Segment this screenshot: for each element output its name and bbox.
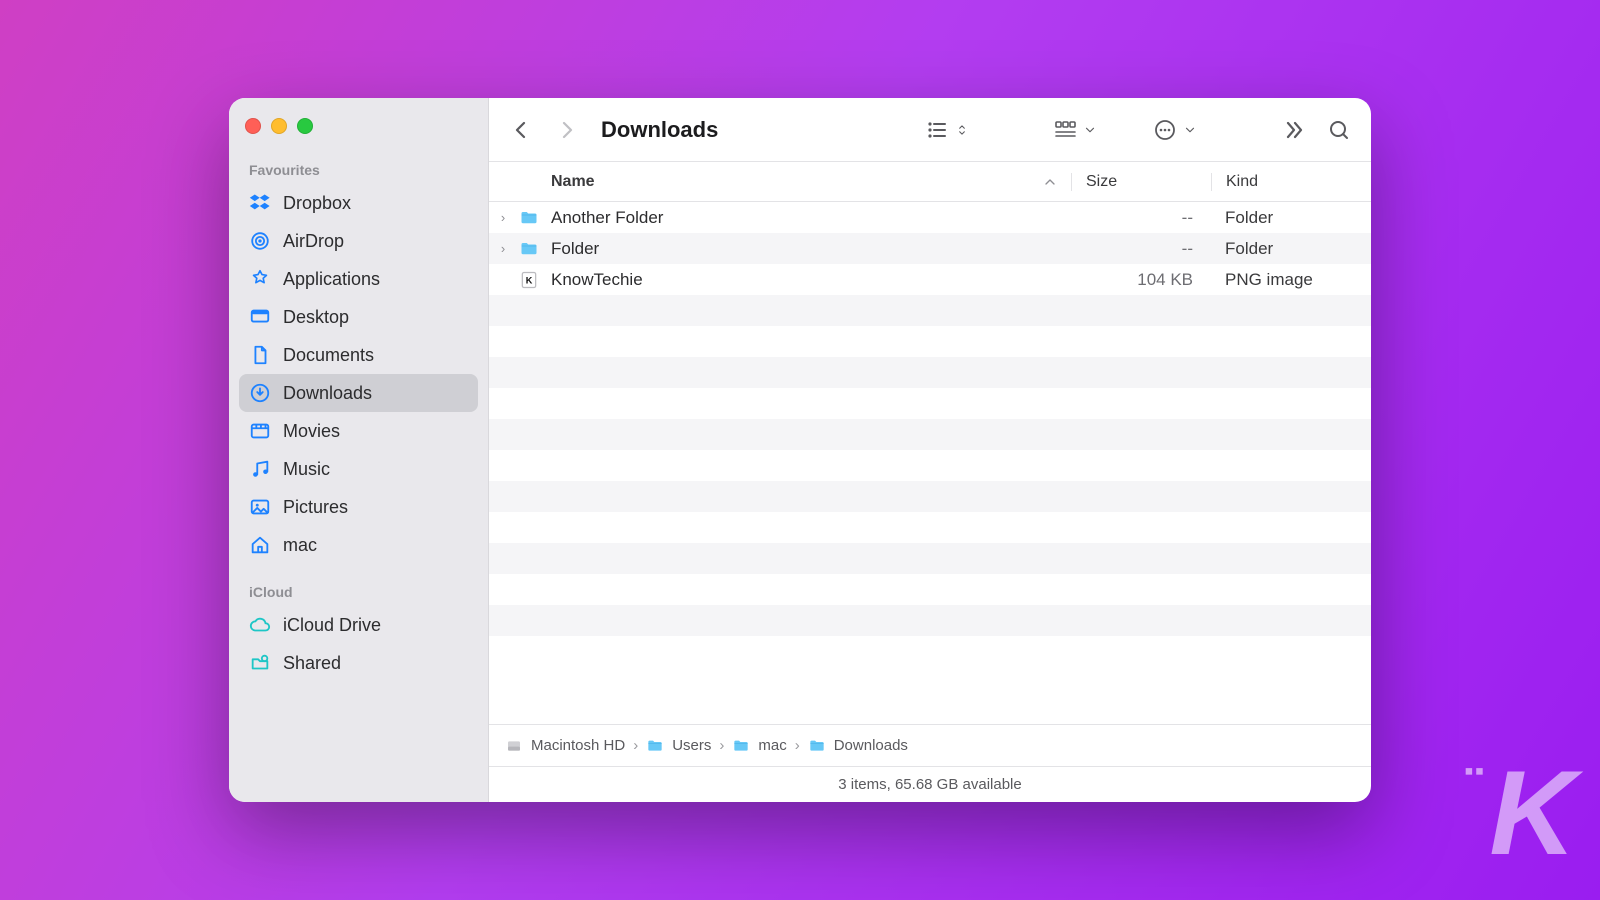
- path-bar: Macintosh HD › Users › mac › Downloads: [489, 724, 1371, 766]
- group-by-button[interactable]: [1049, 114, 1101, 146]
- sidebar-item-dropbox[interactable]: Dropbox: [239, 184, 478, 222]
- movies-icon: [249, 420, 271, 442]
- file-size: 104 KB: [1071, 270, 1211, 290]
- sidebar-item-movies[interactable]: Movies: [239, 412, 478, 450]
- empty-rows: [489, 295, 1371, 636]
- column-header-size[interactable]: Size: [1071, 173, 1211, 191]
- toolbar: Downloads: [489, 98, 1371, 162]
- file-kind: PNG image: [1211, 270, 1371, 290]
- disclosure-icon[interactable]: ›: [489, 241, 517, 256]
- sidebar-item-label: Dropbox: [283, 193, 351, 214]
- file-size: --: [1071, 239, 1211, 259]
- documents-icon: [249, 344, 271, 366]
- image-file-icon: [517, 270, 541, 290]
- main-pane: Downloads Name Size Kind: [489, 98, 1371, 802]
- sidebar-item-home[interactable]: mac: [239, 526, 478, 564]
- sidebar-item-label: Pictures: [283, 497, 348, 518]
- path-segment[interactable]: Users: [646, 737, 711, 754]
- forward-button[interactable]: [551, 114, 583, 146]
- folder-icon: [646, 738, 664, 754]
- sidebar-section-icloud: iCloud: [239, 578, 478, 606]
- sidebar-item-label: Desktop: [283, 307, 349, 328]
- file-name: Another Folder: [551, 208, 1071, 228]
- sidebar-item-label: Documents: [283, 345, 374, 366]
- file-row[interactable]: › Folder -- Folder: [489, 233, 1371, 264]
- file-size: --: [1071, 208, 1211, 228]
- sidebar-item-label: iCloud Drive: [283, 615, 381, 636]
- folder-icon: [808, 738, 826, 754]
- overflow-button[interactable]: [1277, 114, 1309, 146]
- zoom-window-button[interactable]: [297, 118, 313, 134]
- path-segment[interactable]: Macintosh HD: [505, 737, 625, 754]
- status-text: 3 items, 65.68 GB available: [838, 776, 1021, 793]
- disk-icon: [505, 738, 523, 754]
- sidebar-item-music[interactable]: Music: [239, 450, 478, 488]
- path-segment[interactable]: mac: [732, 737, 786, 754]
- back-button[interactable]: [505, 114, 537, 146]
- shared-icon: [249, 652, 271, 674]
- path-label: Downloads: [834, 737, 908, 754]
- sidebar: Favourites Dropbox AirDrop Applications …: [229, 98, 489, 802]
- sort-indicator-icon[interactable]: [1029, 174, 1071, 190]
- sidebar-item-icloud-drive[interactable]: iCloud Drive: [239, 606, 478, 644]
- sidebar-item-applications[interactable]: Applications: [239, 260, 478, 298]
- chevron-right-icon: ›: [633, 737, 638, 754]
- search-button[interactable]: [1323, 114, 1355, 146]
- sidebar-item-downloads[interactable]: Downloads: [239, 374, 478, 412]
- sidebar-item-label: Downloads: [283, 383, 372, 404]
- chevron-right-icon: ›: [719, 737, 724, 754]
- music-icon: [249, 458, 271, 480]
- sidebar-item-label: AirDrop: [283, 231, 344, 252]
- folder-icon: [517, 208, 541, 228]
- finder-window: Favourites Dropbox AirDrop Applications …: [229, 98, 1371, 802]
- sidebar-item-desktop[interactable]: Desktop: [239, 298, 478, 336]
- watermark: ⠒K: [1461, 744, 1570, 882]
- desktop-icon: [249, 306, 271, 328]
- airdrop-icon: [249, 230, 271, 252]
- column-header-row: Name Size Kind: [489, 162, 1371, 202]
- column-header-kind[interactable]: Kind: [1211, 173, 1371, 191]
- sidebar-item-shared[interactable]: Shared: [239, 644, 478, 682]
- file-name: Folder: [551, 239, 1071, 259]
- downloads-icon: [249, 382, 271, 404]
- minimize-window-button[interactable]: [271, 118, 287, 134]
- file-list: › Another Folder -- Folder › Folder -- F…: [489, 202, 1371, 724]
- sidebar-item-label: Music: [283, 459, 330, 480]
- icloud-icon: [249, 614, 271, 636]
- file-row[interactable]: KnowTechie 104 KB PNG image: [489, 264, 1371, 295]
- column-header-name[interactable]: Name: [489, 173, 1029, 191]
- sidebar-item-label: Movies: [283, 421, 340, 442]
- path-label: Macintosh HD: [531, 737, 625, 754]
- path-label: mac: [758, 737, 786, 754]
- folder-icon: [732, 738, 750, 754]
- sidebar-item-pictures[interactable]: Pictures: [239, 488, 478, 526]
- dropbox-icon: [249, 192, 271, 214]
- file-kind: Folder: [1211, 208, 1371, 228]
- path-segment[interactable]: Downloads: [808, 737, 908, 754]
- chevron-right-icon: ›: [795, 737, 800, 754]
- view-list-button[interactable]: [921, 114, 973, 146]
- file-row[interactable]: › Another Folder -- Folder: [489, 202, 1371, 233]
- window-controls: [239, 112, 478, 156]
- sidebar-item-documents[interactable]: Documents: [239, 336, 478, 374]
- sidebar-item-label: Applications: [283, 269, 380, 290]
- window-title: Downloads: [601, 117, 718, 143]
- path-label: Users: [672, 737, 711, 754]
- pictures-icon: [249, 496, 271, 518]
- sidebar-item-label: Shared: [283, 653, 341, 674]
- file-name: KnowTechie: [551, 270, 1071, 290]
- disclosure-icon[interactable]: ›: [489, 210, 517, 225]
- file-kind: Folder: [1211, 239, 1371, 259]
- folder-icon: [517, 239, 541, 259]
- action-menu-button[interactable]: [1149, 114, 1201, 146]
- home-icon: [249, 534, 271, 556]
- applications-icon: [249, 268, 271, 290]
- sidebar-item-airdrop[interactable]: AirDrop: [239, 222, 478, 260]
- close-window-button[interactable]: [245, 118, 261, 134]
- sidebar-section-favourites: Favourites: [239, 156, 478, 184]
- sidebar-item-label: mac: [283, 535, 317, 556]
- status-bar: 3 items, 65.68 GB available: [489, 766, 1371, 802]
